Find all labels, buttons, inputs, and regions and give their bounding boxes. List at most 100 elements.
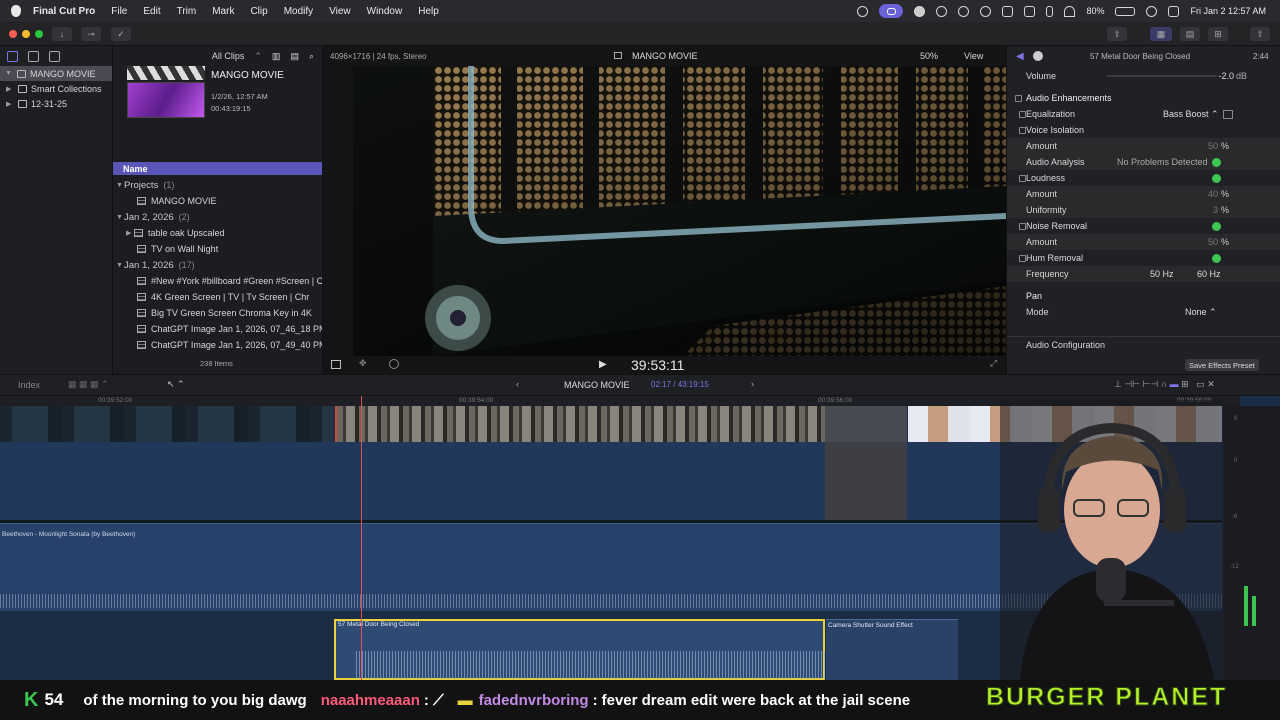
status-icon[interactable] — [857, 5, 869, 17]
crop-icon[interactable]: ✥ — [359, 358, 367, 369]
list-item[interactable]: ▶ table oak Upscaled — [116, 225, 322, 241]
menu-window[interactable]: Window — [367, 6, 403, 17]
play-icon[interactable] — [958, 5, 970, 17]
zoom-button[interactable] — [35, 30, 43, 38]
eq-graph-icon[interactable] — [1223, 109, 1233, 119]
list-item[interactable]: ChatGPT Image Jan 1, 2026, 07_46_18 PM — [116, 321, 322, 337]
timeline-tools-icon[interactable]: ⊥ ⊣⊢ ⊢⊣ ∩ ▬ ⊞ ▭ ✕ — [1114, 379, 1215, 390]
record-icon[interactable] — [914, 5, 926, 17]
pan-mode-row[interactable]: Mode None ⌃ — [1007, 304, 1280, 320]
inspector-row[interactable]: Amount 40% — [1007, 186, 1280, 202]
group-jan-2[interactable]: ▼ Jan 2, 2026 (2) — [116, 209, 322, 225]
info-icon[interactable] — [1033, 51, 1043, 61]
inspector-row[interactable]: Noise Removal — [1007, 218, 1280, 234]
menu-clip[interactable]: Clip — [250, 6, 267, 17]
inspector-row[interactable]: Equalization Bass Boost ⌃ — [1007, 106, 1280, 122]
list-item[interactable]: #New #York #billboard #Green #Screen | C — [116, 273, 322, 289]
wifi-icon[interactable] — [1064, 5, 1076, 17]
menu-modify[interactable]: Modify — [284, 6, 313, 17]
menu-trim[interactable]: Trim — [177, 6, 197, 17]
bluetooth-icon[interactable] — [1046, 5, 1054, 17]
list-item[interactable]: Big TV Green Screen Chroma Key in 4K — [116, 305, 322, 321]
project-thumbnail[interactable] — [127, 82, 205, 118]
checkbox[interactable] — [1019, 254, 1026, 262]
checkbox[interactable] — [1019, 222, 1026, 230]
timer-icon[interactable] — [980, 5, 992, 17]
inspector-row[interactable]: Loudness — [1007, 170, 1280, 186]
pan-mode-select[interactable]: None ⌃ — [1185, 307, 1217, 318]
group-jan-1[interactable]: ▼ Jan 1, 2026 (17) — [116, 257, 322, 273]
volume-icon[interactable] — [1002, 5, 1014, 17]
inspector-row[interactable]: Amount 50% — [1007, 234, 1280, 250]
titles-icon[interactable] — [49, 50, 60, 62]
menu-help[interactable]: Help — [418, 6, 439, 17]
back-arrow-icon[interactable]: ‹ — [516, 379, 519, 389]
close-button[interactable] — [9, 30, 17, 38]
library-item-mango-movie[interactable]: ▼ MANGO MOVIE — [0, 66, 112, 81]
zoom-menu[interactable]: 50% — [920, 51, 938, 61]
menu-file[interactable]: File — [111, 6, 127, 17]
menu-edit[interactable]: Edit — [143, 6, 160, 17]
import-button[interactable]: ↓ — [52, 27, 72, 41]
list-view-icon[interactable]: ▤ — [290, 51, 299, 62]
layout-browser-button[interactable]: ▦ — [1150, 27, 1172, 41]
share-menu-button[interactable]: ⇪ — [1107, 27, 1127, 41]
inspector-row[interactable]: Voice Isolation — [1007, 122, 1280, 138]
display-icon[interactable] — [1024, 5, 1036, 17]
selected-audio-clip[interactable]: 57 Metal Door Being Closed — [334, 619, 826, 680]
background-tasks-button[interactable]: ✓ — [111, 27, 131, 41]
volume-row[interactable]: Volume -2.0 dB — [1007, 68, 1280, 84]
timecode[interactable]: 39:53:11 — [631, 357, 684, 373]
edit-buttons-icon[interactable]: ▦ ▦ ▦ ⌃ — [68, 379, 109, 390]
transform-icon[interactable] — [331, 360, 341, 369]
inspector-row[interactable]: Audio Analysis No Problems Detected — [1007, 154, 1280, 170]
audio-enhancements-header[interactable]: Audio Enhancements — [1007, 90, 1280, 106]
fullscreen-icon[interactable]: ⤢ — [990, 358, 997, 369]
list-item[interactable]: 4K Green Screen | TV | Tv Screen | Chr — [116, 289, 322, 305]
inspector-row[interactable]: Amount 50% — [1007, 138, 1280, 154]
select-tool-icon[interactable]: ↖ ⌃ — [167, 379, 185, 390]
volume-value[interactable]: -2.0 — [1218, 71, 1234, 81]
globe-icon[interactable] — [936, 5, 948, 17]
playhead[interactable] — [361, 396, 362, 680]
speed-icon[interactable] — [389, 359, 399, 369]
clip-filter[interactable]: All Clips — [212, 51, 245, 61]
menu-view[interactable]: View — [329, 6, 351, 17]
clip-appearance-icon[interactable]: ▥ — [272, 51, 281, 62]
keywords-button[interactable]: ⊸ — [81, 27, 101, 41]
pan-header[interactable]: Pan — [1007, 288, 1280, 304]
list-item[interactable]: MANGO MOVIE — [116, 193, 322, 209]
apple-icon[interactable] — [11, 5, 21, 17]
video-clip-jail-door[interactable] — [335, 406, 825, 442]
timeline-project-name[interactable]: MANGO MOVIE — [564, 380, 630, 390]
battery-icon[interactable] — [1115, 6, 1136, 16]
audio-configuration-row[interactable]: Audio Configuration — [1007, 336, 1280, 352]
control-center-icon[interactable] — [1168, 5, 1180, 17]
search-icon[interactable]: ⌕ — [309, 51, 314, 62]
group-projects[interactable]: ▼ Projects (1) — [116, 177, 322, 193]
volume-slider[interactable] — [1107, 75, 1217, 77]
app-menu[interactable]: Final Cut Pro — [33, 6, 95, 17]
play-button[interactable]: ▶ — [599, 359, 607, 370]
inspector-row[interactable]: Frequency 50 Hz 60 Hz — [1007, 266, 1280, 282]
photos-icon[interactable] — [7, 50, 18, 62]
minimize-button[interactable] — [22, 30, 30, 38]
inspector-row[interactable]: Hum Removal — [1007, 250, 1280, 266]
menu-mark[interactable]: Mark — [212, 6, 234, 17]
library-item-event[interactable]: ▶ 12-31-25 — [0, 96, 112, 111]
view-menu[interactable]: View — [964, 51, 983, 61]
audio-inspector-icon[interactable]: ◀ — [1016, 51, 1024, 62]
share-button[interactable]: ⇧ — [1250, 27, 1270, 41]
save-effects-preset-button[interactable]: Save Effects Preset — [1185, 359, 1259, 371]
index-button[interactable]: Index — [18, 380, 40, 390]
inspector-row[interactable]: Uniformity 3% — [1007, 202, 1280, 218]
checkbox[interactable] — [1019, 174, 1026, 182]
library-item-smart-collections[interactable]: ▶ Smart Collections — [0, 81, 112, 96]
video-clip-street[interactable] — [0, 406, 334, 442]
checkbox[interactable] — [1019, 110, 1026, 118]
list-item[interactable]: TV on Wall Night — [116, 241, 322, 257]
list-item[interactable]: ChatGPT Image Jan 1, 2026, 07_49_40 PM — [116, 337, 322, 353]
checkbox[interactable] — [1019, 126, 1026, 134]
layout-inspector-button[interactable]: ⊞ — [1208, 27, 1228, 41]
name-column-header[interactable]: Name — [113, 162, 322, 175]
